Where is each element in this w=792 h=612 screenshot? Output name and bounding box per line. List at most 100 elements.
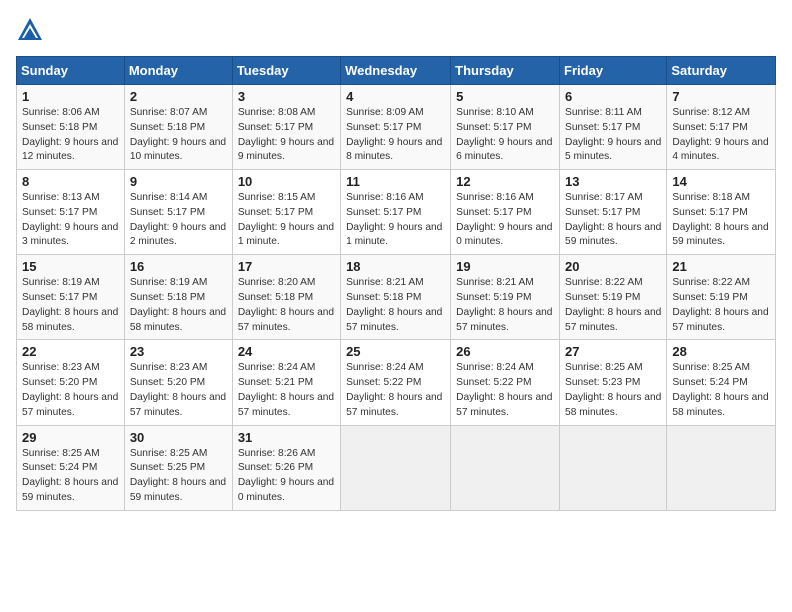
calendar-week-4: 22 Sunrise: 8:23 AM Sunset: 5:20 PM Dayli…	[17, 340, 776, 425]
logo	[16, 16, 48, 44]
day-number: 19	[456, 259, 554, 274]
day-info: Sunrise: 8:12 AM Sunset: 5:17 PM Dayligh…	[672, 106, 770, 165]
day-number: 9	[130, 174, 227, 189]
header	[16, 16, 776, 44]
day-info: Sunrise: 8:25 AM Sunset: 5:23 PM Dayligh…	[565, 361, 661, 420]
day-number: 23	[130, 344, 227, 359]
day-info: Sunrise: 8:26 AM Sunset: 5:26 PM Dayligh…	[238, 447, 335, 506]
day-number: 21	[672, 259, 770, 274]
day-info: Sunrise: 8:21 AM Sunset: 5:19 PM Dayligh…	[456, 276, 554, 335]
calendar-cell: 14 Sunrise: 8:18 AM Sunset: 5:17 PM Dayli…	[667, 170, 776, 255]
day-number: 1	[22, 89, 119, 104]
calendar-cell: 15 Sunrise: 8:19 AM Sunset: 5:17 PM Dayli…	[17, 255, 125, 340]
day-info: Sunrise: 8:08 AM Sunset: 5:17 PM Dayligh…	[238, 106, 335, 165]
day-number: 25	[346, 344, 445, 359]
day-info: Sunrise: 8:11 AM Sunset: 5:17 PM Dayligh…	[565, 106, 661, 165]
calendar-week-1: 1 Sunrise: 8:06 AM Sunset: 5:18 PM Daylig…	[17, 85, 776, 170]
day-info: Sunrise: 8:25 AM Sunset: 5:24 PM Dayligh…	[672, 361, 770, 420]
calendar-cell: 5 Sunrise: 8:10 AM Sunset: 5:17 PM Daylig…	[451, 85, 560, 170]
column-header-sunday: Sunday	[17, 57, 125, 85]
day-info: Sunrise: 8:24 AM Sunset: 5:21 PM Dayligh…	[238, 361, 335, 420]
calendar-cell: 28 Sunrise: 8:25 AM Sunset: 5:24 PM Dayli…	[667, 340, 776, 425]
calendar-cell: 8 Sunrise: 8:13 AM Sunset: 5:17 PM Daylig…	[17, 170, 125, 255]
day-number: 18	[346, 259, 445, 274]
column-header-thursday: Thursday	[451, 57, 560, 85]
day-info: Sunrise: 8:14 AM Sunset: 5:17 PM Dayligh…	[130, 191, 227, 250]
calendar-header: SundayMondayTuesdayWednesdayThursdayFrid…	[17, 57, 776, 85]
column-header-friday: Friday	[560, 57, 667, 85]
day-number: 8	[22, 174, 119, 189]
calendar-cell: 7 Sunrise: 8:12 AM Sunset: 5:17 PM Daylig…	[667, 85, 776, 170]
day-number: 15	[22, 259, 119, 274]
calendar-cell: 12 Sunrise: 8:16 AM Sunset: 5:17 PM Dayli…	[451, 170, 560, 255]
day-info: Sunrise: 8:25 AM Sunset: 5:25 PM Dayligh…	[130, 447, 227, 506]
day-info: Sunrise: 8:18 AM Sunset: 5:17 PM Dayligh…	[672, 191, 770, 250]
day-number: 22	[22, 344, 119, 359]
day-number: 14	[672, 174, 770, 189]
calendar-cell: 1 Sunrise: 8:06 AM Sunset: 5:18 PM Daylig…	[17, 85, 125, 170]
calendar-week-3: 15 Sunrise: 8:19 AM Sunset: 5:17 PM Dayli…	[17, 255, 776, 340]
day-info: Sunrise: 8:19 AM Sunset: 5:17 PM Dayligh…	[22, 276, 119, 335]
day-number: 27	[565, 344, 661, 359]
day-info: Sunrise: 8:09 AM Sunset: 5:17 PM Dayligh…	[346, 106, 445, 165]
day-info: Sunrise: 8:06 AM Sunset: 5:18 PM Dayligh…	[22, 106, 119, 165]
day-number: 30	[130, 430, 227, 445]
day-number: 12	[456, 174, 554, 189]
day-info: Sunrise: 8:19 AM Sunset: 5:18 PM Dayligh…	[130, 276, 227, 335]
day-info: Sunrise: 8:21 AM Sunset: 5:18 PM Dayligh…	[346, 276, 445, 335]
calendar-cell: 16 Sunrise: 8:19 AM Sunset: 5:18 PM Dayli…	[124, 255, 232, 340]
day-info: Sunrise: 8:24 AM Sunset: 5:22 PM Dayligh…	[456, 361, 554, 420]
calendar-cell: 21 Sunrise: 8:22 AM Sunset: 5:19 PM Dayli…	[667, 255, 776, 340]
day-number: 5	[456, 89, 554, 104]
calendar-week-5: 29 Sunrise: 8:25 AM Sunset: 5:24 PM Dayli…	[17, 425, 776, 510]
calendar-week-2: 8 Sunrise: 8:13 AM Sunset: 5:17 PM Daylig…	[17, 170, 776, 255]
day-info: Sunrise: 8:23 AM Sunset: 5:20 PM Dayligh…	[130, 361, 227, 420]
day-info: Sunrise: 8:20 AM Sunset: 5:18 PM Dayligh…	[238, 276, 335, 335]
day-number: 29	[22, 430, 119, 445]
day-number: 24	[238, 344, 335, 359]
day-number: 11	[346, 174, 445, 189]
day-number: 4	[346, 89, 445, 104]
logo-icon	[16, 16, 44, 44]
calendar-cell	[560, 425, 667, 510]
day-info: Sunrise: 8:22 AM Sunset: 5:19 PM Dayligh…	[565, 276, 661, 335]
calendar-cell: 3Sunrise: 8:08 AM Sunset: 5:17 PM Daylig…	[232, 85, 340, 170]
calendar-cell: 24 Sunrise: 8:24 AM Sunset: 5:21 PM Dayli…	[232, 340, 340, 425]
calendar-body: 1 Sunrise: 8:06 AM Sunset: 5:18 PM Daylig…	[17, 85, 776, 511]
calendar-cell: 31Sunrise: 8:26 AM Sunset: 5:26 PM Dayli…	[232, 425, 340, 510]
calendar-cell: 26Sunrise: 8:24 AM Sunset: 5:22 PM Dayli…	[451, 340, 560, 425]
calendar-cell: 29 Sunrise: 8:25 AM Sunset: 5:24 PM Dayli…	[17, 425, 125, 510]
day-info: Sunrise: 8:25 AM Sunset: 5:24 PM Dayligh…	[22, 447, 119, 506]
day-number: 7	[672, 89, 770, 104]
calendar-cell: 22 Sunrise: 8:23 AM Sunset: 5:20 PM Dayli…	[17, 340, 125, 425]
calendar-cell: 19 Sunrise: 8:21 AM Sunset: 5:19 PM Dayli…	[451, 255, 560, 340]
day-info: Sunrise: 8:17 AM Sunset: 5:17 PM Dayligh…	[565, 191, 661, 250]
calendar-cell: 10 Sunrise: 8:15 AM Sunset: 5:17 PM Dayli…	[232, 170, 340, 255]
day-number: 10	[238, 174, 335, 189]
day-info: Sunrise: 8:23 AM Sunset: 5:20 PM Dayligh…	[22, 361, 119, 420]
day-info: Sunrise: 8:15 AM Sunset: 5:17 PM Dayligh…	[238, 191, 335, 250]
calendar-cell: 23 Sunrise: 8:23 AM Sunset: 5:20 PM Dayli…	[124, 340, 232, 425]
day-number: 28	[672, 344, 770, 359]
page-container: SundayMondayTuesdayWednesdayThursdayFrid…	[0, 0, 792, 519]
day-number: 6	[565, 89, 661, 104]
calendar-cell: 9 Sunrise: 8:14 AM Sunset: 5:17 PM Daylig…	[124, 170, 232, 255]
day-number: 16	[130, 259, 227, 274]
day-number: 17	[238, 259, 335, 274]
day-info: Sunrise: 8:24 AM Sunset: 5:22 PM Dayligh…	[346, 361, 445, 420]
calendar-cell: 4 Sunrise: 8:09 AM Sunset: 5:17 PM Daylig…	[341, 85, 451, 170]
calendar-cell: 30 Sunrise: 8:25 AM Sunset: 5:25 PM Dayli…	[124, 425, 232, 510]
day-info: Sunrise: 8:10 AM Sunset: 5:17 PM Dayligh…	[456, 106, 554, 165]
calendar-cell: 11 Sunrise: 8:16 AM Sunset: 5:17 PM Dayli…	[341, 170, 451, 255]
day-info: Sunrise: 8:13 AM Sunset: 5:17 PM Dayligh…	[22, 191, 119, 250]
day-info: Sunrise: 8:16 AM Sunset: 5:17 PM Dayligh…	[346, 191, 445, 250]
column-header-saturday: Saturday	[667, 57, 776, 85]
calendar-cell: 27 Sunrise: 8:25 AM Sunset: 5:23 PM Dayli…	[560, 340, 667, 425]
day-info: Sunrise: 8:22 AM Sunset: 5:19 PM Dayligh…	[672, 276, 770, 335]
day-number: 2	[130, 89, 227, 104]
calendar-cell	[667, 425, 776, 510]
calendar-cell: 18 Sunrise: 8:21 AM Sunset: 5:18 PM Dayli…	[341, 255, 451, 340]
calendar-cell: 25 Sunrise: 8:24 AM Sunset: 5:22 PM Dayli…	[341, 340, 451, 425]
day-info: Sunrise: 8:16 AM Sunset: 5:17 PM Dayligh…	[456, 191, 554, 250]
column-header-tuesday: Tuesday	[232, 57, 340, 85]
